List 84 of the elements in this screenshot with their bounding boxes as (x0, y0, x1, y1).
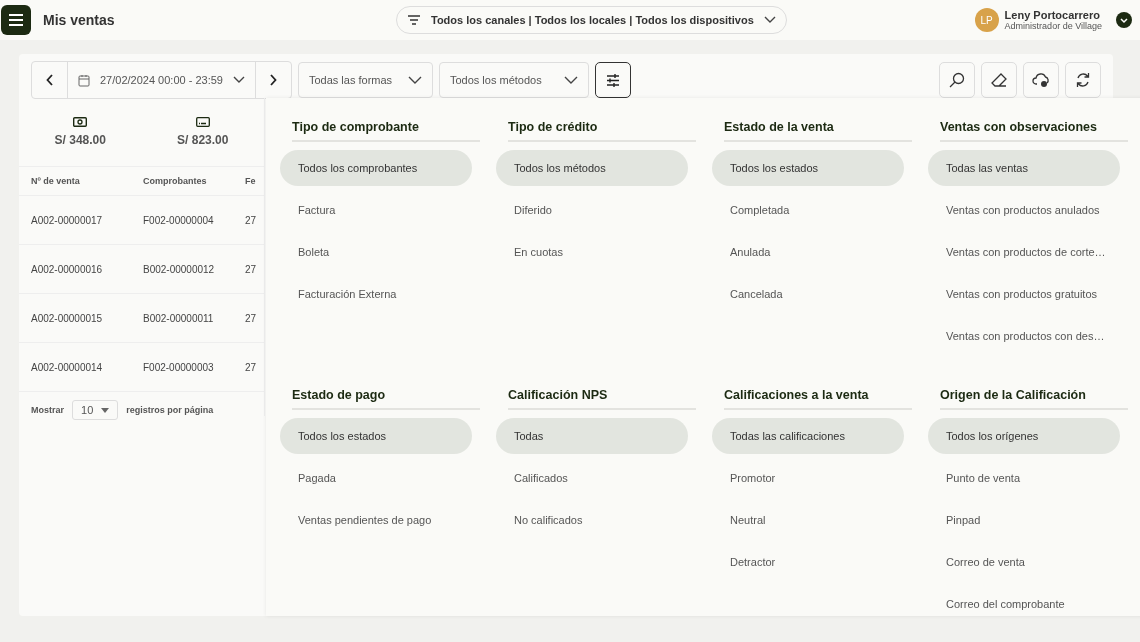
filter-option[interactable]: Pinpad (928, 502, 1120, 538)
filter-option[interactable]: Detractor (712, 544, 904, 580)
table-cell-text: 27 (245, 312, 258, 324)
filter-group-title: Estado de pago (292, 388, 480, 410)
filter-option[interactable]: Completada (712, 192, 904, 228)
sliders-icon (605, 73, 620, 87)
menu-icon (8, 13, 24, 27)
table-cell-text: B002-00000012 (143, 263, 216, 275)
column-header: Comprobantes (143, 176, 208, 186)
table-cell-text: A002-00000015 (31, 312, 104, 324)
filter-option[interactable]: Todos los estados (280, 418, 472, 454)
filter-option[interactable]: Neutral (712, 502, 904, 538)
date-range-field[interactable]: 27/02/2024 00:00 - 23:59 (67, 62, 256, 98)
filter-option[interactable]: En cuotas (496, 234, 688, 270)
filter-option[interactable]: Ventas con productos gratuitos (928, 276, 1120, 312)
filter-option[interactable]: Ventas con productos anulados (928, 192, 1120, 228)
chevron-down-icon[interactable] (1116, 12, 1132, 28)
chevron-left-icon (45, 74, 54, 86)
user-avatar: LP (974, 8, 999, 32)
table-cell-text: A002-00000017 (31, 214, 104, 226)
filter-option[interactable]: Ventas pendientes de pago (280, 502, 472, 538)
table-cell-text: 27 (245, 361, 258, 373)
table-cell-text: B002-00000011 (143, 312, 215, 324)
scope-selector[interactable]: Todos los canales | Todos los locales | Todos los dispositivos (396, 6, 787, 34)
filter-option[interactable]: Factura (280, 192, 472, 228)
cash-icon (73, 117, 88, 127)
page-size-suffix: registros por página (126, 405, 214, 415)
filter-group-title: Tipo de crédito (508, 120, 696, 142)
table-cell-text: F002-00000003 (143, 361, 215, 373)
column-header: Nº de venta (31, 176, 81, 186)
refresh-icon (1075, 72, 1091, 88)
filter-group-title: Calificación NPS (508, 388, 696, 410)
card-icon (195, 117, 210, 127)
user-name: Leny Portocarrero (1004, 9, 1100, 21)
filter-icon (407, 14, 421, 26)
table-cell-text: A002-00000016 (31, 263, 104, 275)
search-icon (949, 72, 965, 88)
amount-total: S/ 823.00 (177, 133, 229, 147)
filter-option[interactable]: Anulada (712, 234, 904, 270)
filter-group-title: Ventas con observaciones (940, 120, 1128, 142)
page-size-select[interactable]: 10 (72, 400, 119, 420)
calendar-icon (78, 73, 90, 87)
filter-group-title: Estado de la venta (724, 120, 912, 142)
filter-group-title: Tipo de comprobante (292, 120, 480, 142)
filter-option[interactable]: Todas las ventas (928, 150, 1120, 186)
chevron-right-icon (269, 74, 278, 86)
filter-option[interactable]: Ventas con productos con des… (928, 318, 1120, 354)
filter-option[interactable]: Promotor (712, 460, 904, 496)
chevron-down-icon (407, 76, 422, 84)
filter-option[interactable]: Diferido (496, 192, 688, 228)
table-cell-text: 27 (245, 263, 258, 275)
menu-button[interactable] (1, 5, 31, 35)
page-title: Mis ventas (43, 12, 116, 28)
filter-option[interactable]: Facturación Externa (280, 276, 472, 312)
filter-option[interactable]: Todas las calificaciones (712, 418, 904, 454)
column-header: Fe (245, 176, 257, 186)
table-cell-text: A002-00000014 (31, 361, 104, 373)
filter-option[interactable]: Ventas con productos de corte… (928, 234, 1120, 270)
cloud-icon (1032, 72, 1050, 88)
filter-option[interactable]: Todos los métodos (496, 150, 688, 186)
filter-option[interactable]: No calificados (496, 502, 688, 538)
filter-option[interactable]: Correo de venta (928, 544, 1120, 580)
table-cell-text: F002-00000004 (143, 214, 215, 226)
filter-group-title: Origen de la Calificación (940, 388, 1128, 410)
amount-total: S/ 348.00 (54, 133, 106, 147)
chevron-down-icon (763, 16, 776, 24)
eraser-icon (991, 72, 1007, 88)
chevron-down-icon (563, 76, 578, 84)
table-cell-text: 27 (245, 214, 258, 226)
filter-option[interactable]: Boleta (280, 234, 472, 270)
filter-option[interactable]: Todos los estados (712, 150, 904, 186)
filter-option[interactable]: Todas (496, 418, 688, 454)
page-size-label: Mostrar (31, 405, 64, 415)
filter-option[interactable]: Pagada (280, 460, 472, 496)
filter-option[interactable]: Todos los orígenes (928, 418, 1120, 454)
filter-group-title: Calificaciones a la venta (724, 388, 912, 410)
filter-option[interactable]: Cancelada (712, 276, 904, 312)
filter-option[interactable]: Todos los comprobantes (280, 150, 472, 186)
user-role: Administrador de Village (1004, 21, 1102, 31)
filter-option[interactable]: Calificados (496, 460, 688, 496)
chevron-down-icon (232, 76, 245, 84)
caret-down-icon (101, 407, 110, 413)
filter-option[interactable]: Correo del comprobante (928, 586, 1120, 616)
filter-option[interactable]: Punto de venta (928, 460, 1120, 496)
